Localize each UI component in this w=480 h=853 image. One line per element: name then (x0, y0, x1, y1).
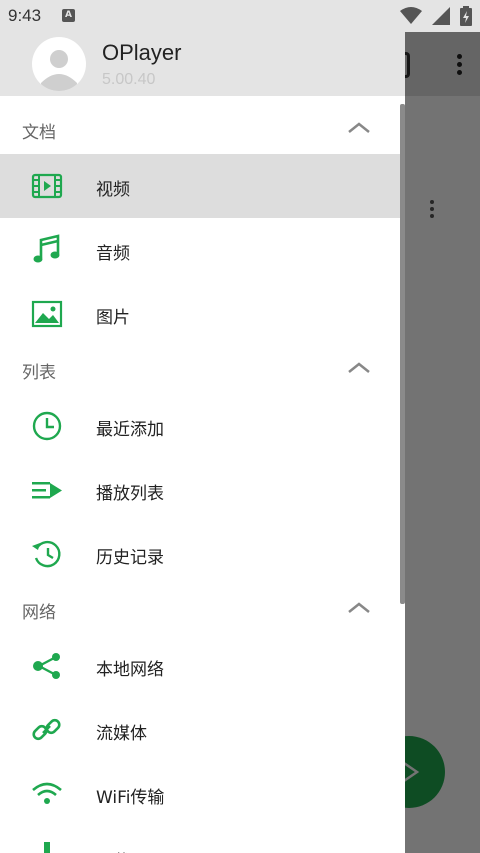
wifi-icon (32, 782, 62, 804)
user-avatar-icon (41, 50, 77, 91)
link-icon (32, 718, 61, 741)
nav-item-video[interactable]: 视频 (0, 154, 405, 218)
section-title: 列表 (22, 363, 56, 383)
nav-item-wifi-transfer[interactable]: WiFi传输 (0, 762, 405, 826)
nav-item-history[interactable]: 历史记录 (0, 522, 405, 586)
section-title: 网络 (22, 603, 56, 623)
clock-icon (32, 411, 62, 441)
section-documents-header[interactable]: 文档 (0, 106, 405, 154)
wifi-signal-icon (400, 7, 422, 24)
chevron-up-icon[interactable] (347, 120, 371, 136)
section-network-header[interactable]: 网络 (0, 586, 405, 634)
section-title: 文档 (22, 123, 56, 143)
history-icon (32, 540, 61, 568)
cell-signal-icon (432, 7, 450, 25)
status-bar: 9:43 A (0, 0, 480, 32)
nav-item-label: 流媒体 (96, 724, 147, 744)
music-note-icon (33, 234, 60, 263)
status-time: 9:43 (8, 6, 42, 25)
chevron-up-icon[interactable] (347, 360, 371, 376)
nav-item-recent[interactable]: 最近添加 (0, 394, 405, 458)
drawer-scrollbar[interactable] (400, 104, 405, 604)
nav-item-playlist[interactable]: 播放列表 (0, 458, 405, 522)
download-icon (44, 842, 50, 853)
nav-item-label: 历史记录 (96, 548, 164, 568)
nav-item-label: 播放列表 (96, 484, 164, 504)
avatar[interactable] (32, 37, 86, 91)
nav-item-label: 图片 (96, 308, 130, 328)
nav-item-label: 视频 (96, 180, 130, 200)
navigation-drawer: OPlayer 5.00.40 文档 视频 音频 图片 列表 最近添加 播放列表… (0, 0, 405, 853)
nav-item-label: 音频 (96, 244, 130, 264)
nav-item-label: 下载 (96, 847, 130, 853)
nav-item-local-network[interactable]: 本地网络 (0, 634, 405, 698)
nav-item-streaming[interactable]: 流媒体 (0, 698, 405, 762)
nav-item-label: 本地网络 (96, 660, 164, 680)
playlist-icon (32, 482, 62, 499)
app-version: 5.00.40 (102, 71, 156, 88)
app-name: OPlayer (102, 40, 182, 65)
nav-item-label: 最近添加 (96, 420, 164, 440)
nav-item-image[interactable]: 图片 (0, 282, 405, 346)
share-network-icon (33, 653, 60, 679)
nav-item-audio[interactable]: 音频 (0, 218, 405, 282)
section-lists-header[interactable]: 列表 (0, 346, 405, 394)
notification-icon: A (62, 9, 75, 22)
nav-item-download[interactable]: 下载 (0, 826, 405, 853)
nav-item-label: WiFi传输 (96, 788, 165, 808)
battery-charging-icon (460, 6, 472, 26)
video-film-icon (31, 173, 63, 199)
chevron-up-icon[interactable] (347, 600, 371, 616)
image-icon (31, 300, 63, 328)
